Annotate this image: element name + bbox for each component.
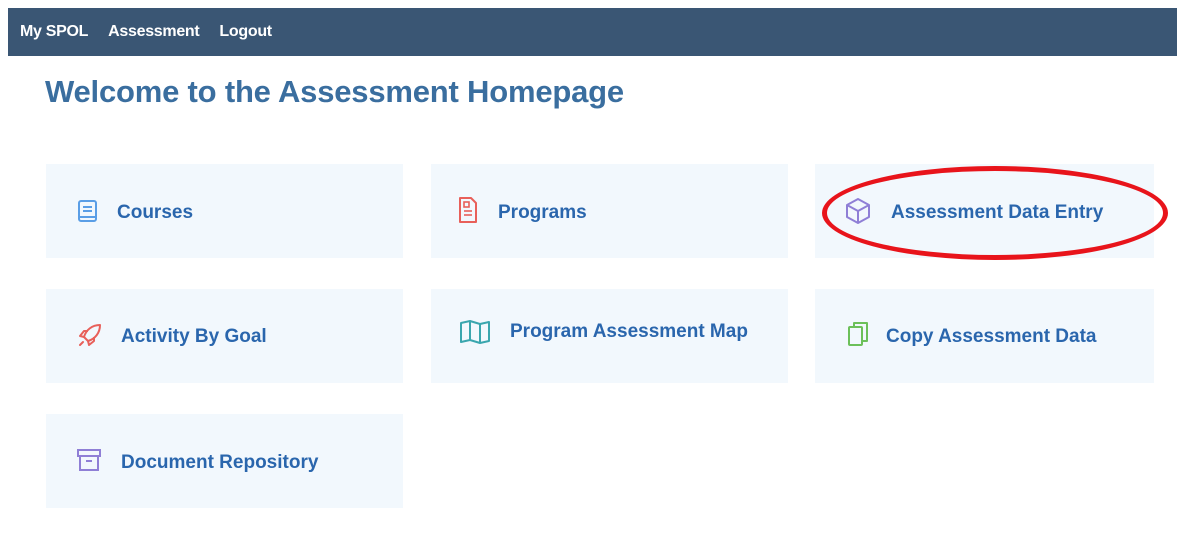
cube-icon: [846, 198, 870, 224]
tile-programs-label: Programs: [498, 202, 587, 223]
nav-my-spol[interactable]: My SPOL: [20, 23, 88, 41]
tile-program-assessment-map[interactable]: Program Assessment Map: [431, 289, 788, 383]
nav-logout[interactable]: Logout: [219, 23, 272, 41]
tile-assessment-data-entry[interactable]: Assessment Data Entry: [815, 164, 1154, 258]
tile-assessment-data-entry-label: Assessment Data Entry: [891, 202, 1104, 223]
tile-program-assessment-map-label: Program Assessment Map: [510, 321, 748, 342]
tile-copy-assessment-data-label: Copy Assessment Data: [886, 326, 1097, 347]
page-title: Welcome to the Assessment Homepage: [45, 74, 624, 109]
tile-document-repository[interactable]: Document Repository: [46, 414, 403, 508]
tile-programs[interactable]: Programs: [431, 164, 788, 258]
tile-activity-by-goal-label: Activity By Goal: [121, 326, 267, 347]
document-icon: [459, 197, 477, 223]
tile-courses-label: Courses: [117, 202, 194, 223]
tile-copy-assessment-data[interactable]: Copy Assessment Data: [815, 289, 1154, 383]
book-icon: [78, 200, 97, 222]
tile-courses[interactable]: Courses: [46, 164, 403, 258]
top-navigation-bar: My SPOL Assessment Logout: [8, 8, 1177, 56]
rocket-icon: [79, 324, 101, 346]
tile-activity-by-goal[interactable]: Activity By Goal: [46, 289, 403, 383]
map-icon: [460, 320, 490, 344]
tile-document-repository-label: Document Repository: [121, 452, 319, 473]
copy-icon: [848, 322, 868, 346]
nav-assessment[interactable]: Assessment: [108, 23, 200, 41]
archive-icon: [77, 449, 101, 471]
